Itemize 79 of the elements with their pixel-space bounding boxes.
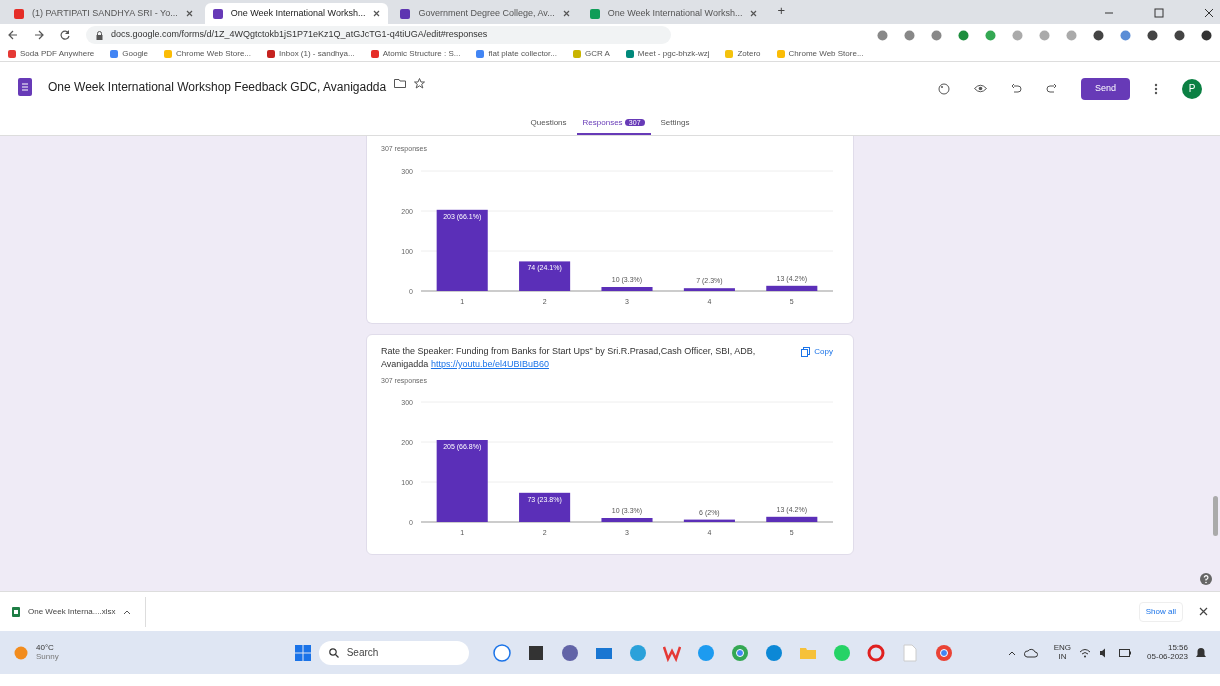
temperature-text: 40°C <box>36 643 55 653</box>
help-icon[interactable] <box>1200 573 1212 585</box>
download-item[interactable]: One Week Interna....xlsx <box>12 596 147 627</box>
show-all-button[interactable]: Show all <box>1138 601 1183 622</box>
bar <box>683 287 735 291</box>
back-arrow-icon[interactable] <box>8 30 18 40</box>
address-bar[interactable]: docs.google.com/forms/d/1Z_4WQgtctokb1jS1P71eKz1Q_atGJcTG1-q4tiUGA/edit#responses <box>86 26 672 44</box>
chevron-up-icon[interactable] <box>1007 649 1016 656</box>
bar <box>519 492 571 522</box>
extension-icon[interactable] <box>1147 29 1158 41</box>
bookmark-label: GCR A <box>584 47 610 60</box>
language-text: ENG <box>1053 643 1072 653</box>
extension-icon[interactable] <box>1201 29 1212 41</box>
forms-logo-icon <box>18 78 32 96</box>
bookmark[interactable]: Google <box>110 47 149 60</box>
star-icon[interactable] <box>414 78 426 89</box>
browser-tab[interactable]: One Week International Worksh... <box>581 3 766 24</box>
folder-icon[interactable] <box>394 78 407 88</box>
ring-app-icon[interactable] <box>866 643 885 662</box>
url-text: docs.google.com/forms/d/1Z_4WQgtctokb1jS1P71eKz1Q_atGJcTG1-q4tiUGA/edit#responses <box>111 28 488 42</box>
copy-icon <box>801 346 811 357</box>
close-icon[interactable] <box>750 10 758 17</box>
forward-arrow-icon[interactable] <box>34 30 44 40</box>
avatar[interactable]: P <box>1182 78 1202 99</box>
clock-date: 05-06-2023 <box>1147 652 1188 662</box>
cloud-icon[interactable] <box>1023 647 1038 658</box>
eye-icon[interactable] <box>973 84 987 94</box>
form-title: One Week International Workshop Feedback GDC, Avanigadda <box>48 79 387 96</box>
palette-icon[interactable] <box>937 82 950 95</box>
scrollbar-thumb[interactable] <box>1213 496 1218 536</box>
copy-button[interactable]: Copy <box>795 344 839 359</box>
bar <box>601 286 653 291</box>
notification-bell-icon[interactable] <box>1196 646 1206 659</box>
link[interactable]: https://youtu.be/el4UBIBuB60 <box>430 359 549 369</box>
spreadsheet-file-icon <box>12 606 20 617</box>
reload-icon[interactable] <box>60 30 70 40</box>
search-icon <box>328 647 339 658</box>
tab-title: One Week International Worksh... <box>230 6 366 20</box>
close-icon[interactable] <box>562 10 570 17</box>
send-button[interactable]: Send <box>1080 78 1130 100</box>
question-title: Rate the Speaker: Funding from Banks for Start Ups" by Sri.R.Prasad,Cash Officer, SBI, ADB, Avanigadda https://youtu.be/el4UBIBuB60 <box>381 344 757 371</box>
bar <box>766 516 818 522</box>
tab-title: Government Degree College, Av... <box>418 6 555 20</box>
browser-tab[interactable]: (1) PARTIPATI SANDHYA SRI - Yo... <box>6 3 201 24</box>
lock-icon <box>96 30 103 40</box>
tab-title: (1) PARTIPATI SANDHYA SRI - Yo... <box>32 6 178 20</box>
extension-icon[interactable] <box>1174 29 1185 41</box>
form-tab[interactable]: Settings <box>654 113 696 135</box>
maximize-icon[interactable] <box>1154 8 1164 18</box>
windows-start-icon[interactable] <box>294 644 311 661</box>
region-text: IN <box>1057 652 1068 662</box>
bookmark-label: Google <box>122 47 149 60</box>
chevron-up-icon[interactable] <box>123 608 132 615</box>
close-icon[interactable] <box>373 10 381 17</box>
bookmark-label: Zotero <box>737 47 761 60</box>
taskbar-search[interactable]: Search <box>318 640 469 665</box>
more-menu-icon[interactable] <box>1154 82 1158 95</box>
clock-time: 15:56 <box>1166 643 1188 653</box>
undo-icon[interactable] <box>1010 83 1022 95</box>
redo-icon[interactable] <box>1045 83 1057 95</box>
battery-icon[interactable] <box>1119 648 1132 657</box>
close-icon[interactable] <box>185 10 193 17</box>
bookmark[interactable]: GCR A <box>572 47 610 60</box>
bar <box>683 519 735 522</box>
new-tab-button[interactable]: + <box>777 0 786 20</box>
form-tab[interactable]: Questions <box>524 113 573 135</box>
close-icon[interactable] <box>1204 8 1214 18</box>
browser-tab[interactable]: One Week International Worksh... <box>204 3 389 24</box>
tab-title: One Week International Worksh... <box>607 6 743 20</box>
extension-icon[interactable] <box>1093 29 1104 41</box>
weather-text: Sunny <box>36 652 59 662</box>
wifi-icon[interactable] <box>1079 647 1092 658</box>
browser-tab[interactable]: Government Degree College, Av... <box>392 3 578 24</box>
bookmark[interactable]: Zotero <box>725 47 761 60</box>
close-icon[interactable] <box>1199 607 1208 616</box>
bar <box>519 260 571 291</box>
sun-icon <box>14 645 28 660</box>
bar <box>766 285 818 291</box>
bar <box>601 518 653 522</box>
